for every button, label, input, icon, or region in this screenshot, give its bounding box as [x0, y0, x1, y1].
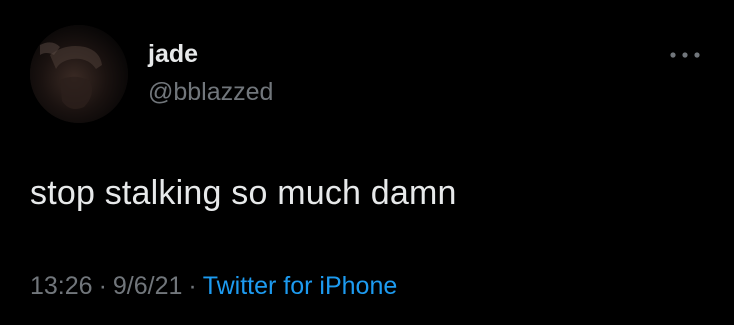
- tweet-source-link[interactable]: Twitter for iPhone: [203, 272, 398, 300]
- tweet-card: jade @bblazzed stop stalking so much dam…: [0, 0, 734, 325]
- tweet-text: stop stalking so much damn: [30, 174, 457, 212]
- tweet-date[interactable]: 9/6/21: [113, 272, 183, 300]
- tweet-time[interactable]: 13:26: [30, 272, 93, 300]
- user-handle[interactable]: @bblazzed: [148, 80, 273, 105]
- tweet-meta: 13:26 · 9/6/21 · Twitter for iPhone: [30, 274, 397, 299]
- separator: ·: [188, 272, 197, 300]
- avatar[interactable]: [30, 25, 128, 123]
- more-dots-icon[interactable]: [668, 48, 702, 62]
- avatar-image: [30, 25, 128, 123]
- separator: ·: [98, 272, 107, 300]
- user-name[interactable]: jade: [148, 42, 198, 67]
